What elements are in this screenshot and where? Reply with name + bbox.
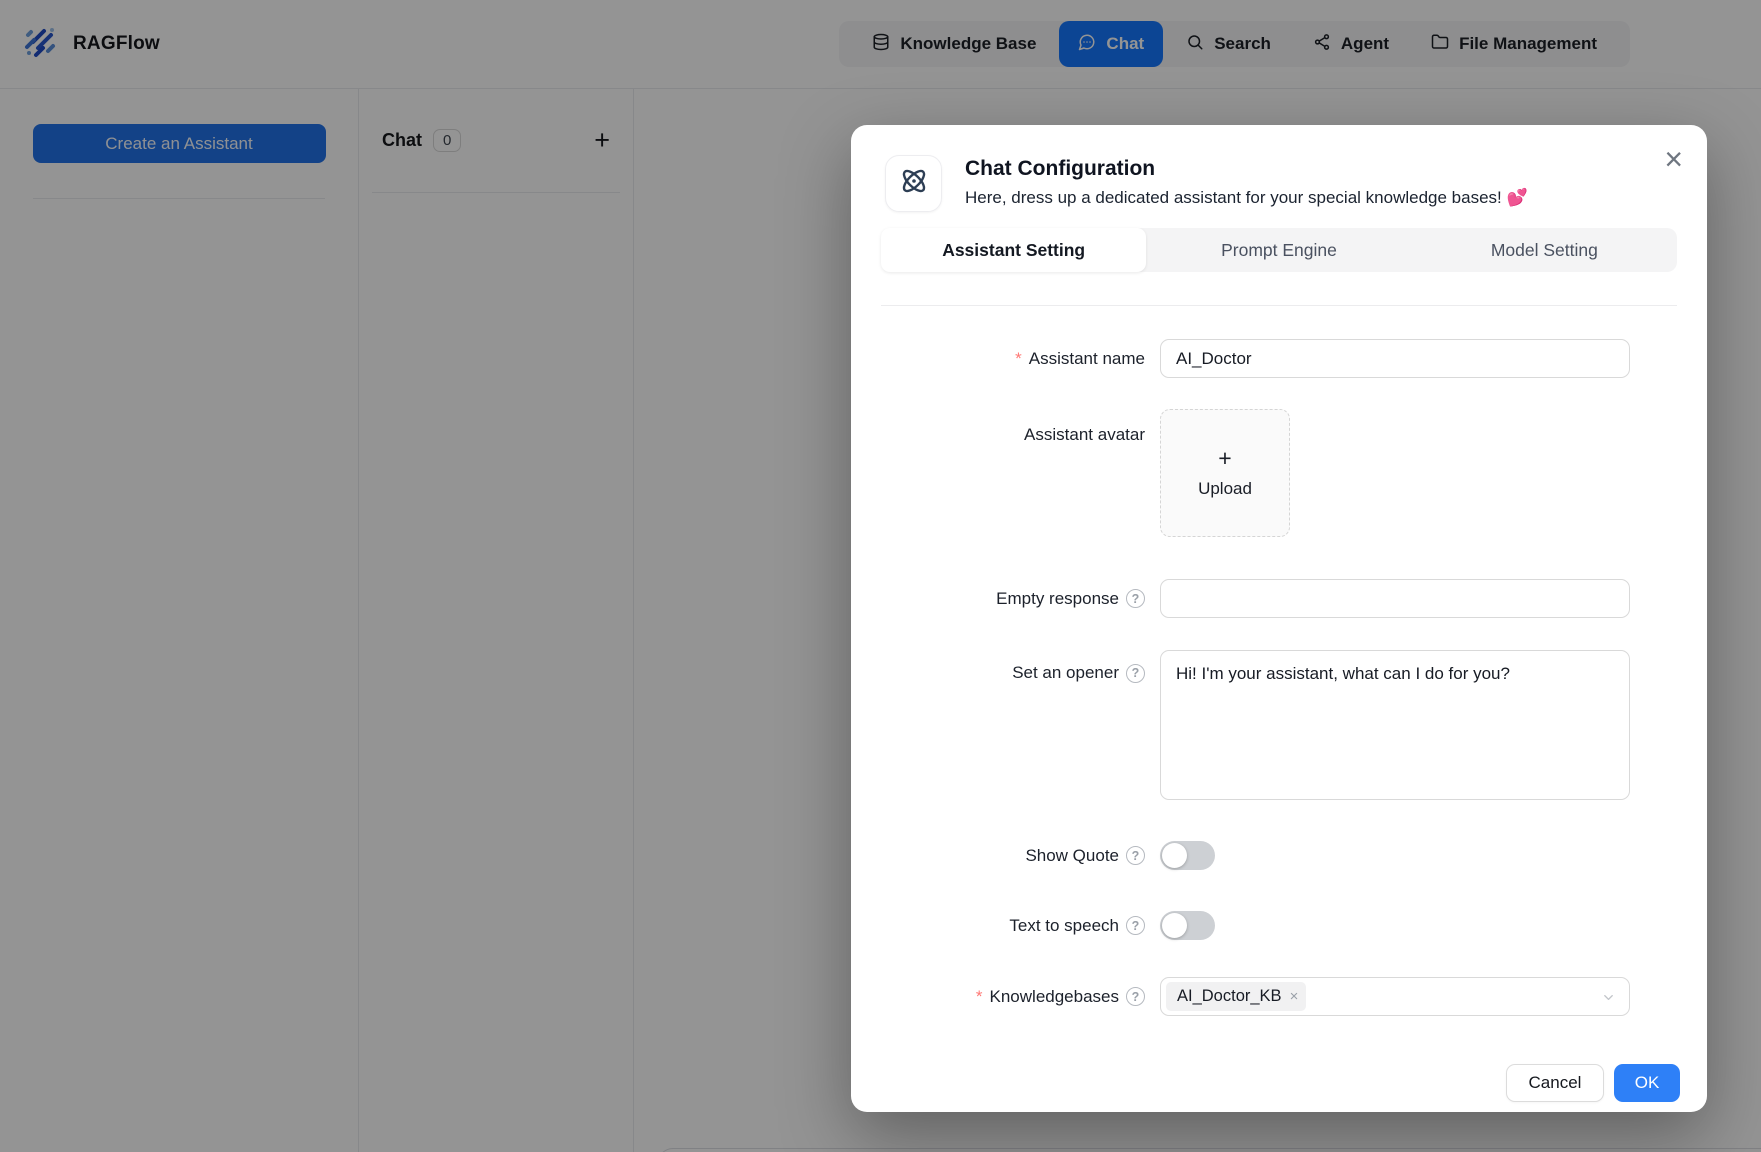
tab-model-setting[interactable]: Model Setting: [1412, 228, 1677, 272]
chevron-down-icon: [1601, 990, 1616, 1010]
assistant-setting-form: * Assistant name Assistant avatar + Uplo…: [851, 339, 1707, 1102]
knowledgebases-label: * Knowledgebases ?: [885, 987, 1145, 1007]
plus-icon: +: [1218, 447, 1231, 470]
opener-textarea[interactable]: Hi! I'm your assistant, what can I do fo…: [1160, 650, 1630, 800]
close-icon[interactable]: ×: [1664, 143, 1683, 175]
help-icon[interactable]: ?: [1126, 987, 1145, 1006]
assistant-avatar-row: Assistant avatar + Upload: [885, 409, 1707, 537]
dialog-titles: Chat Configuration Here, dress up a dedi…: [965, 155, 1528, 212]
cancel-button[interactable]: Cancel: [1506, 1064, 1604, 1102]
assistant-name-input[interactable]: [1160, 339, 1630, 378]
required-marker: *: [976, 987, 983, 1007]
show-quote-toggle[interactable]: [1160, 841, 1215, 870]
opener-label: Set an opener ?: [885, 650, 1145, 683]
atom-icon: [897, 164, 931, 203]
toggle-knob: [1162, 913, 1187, 938]
dialog-subtitle: Here, dress up a dedicated assistant for…: [965, 188, 1528, 208]
dialog-footer: Cancel OK: [851, 1064, 1680, 1102]
tag-remove-icon[interactable]: ×: [1290, 989, 1299, 1004]
help-icon[interactable]: ?: [1126, 664, 1145, 683]
text-to-speech-label: Text to speech ?: [885, 916, 1145, 936]
empty-response-row: Empty response ?: [885, 579, 1707, 618]
chat-configuration-dialog: Chat Configuration Here, dress up a dedi…: [851, 125, 1707, 1112]
ok-button[interactable]: OK: [1614, 1064, 1680, 1102]
knowledgebases-row: * Knowledgebases ? AI_Doctor_KB ×: [885, 977, 1707, 1016]
help-icon[interactable]: ?: [1126, 916, 1145, 935]
dialog-tabs: Assistant Setting Prompt Engine Model Se…: [881, 228, 1677, 272]
upload-label: Upload: [1198, 479, 1252, 499]
toggle-knob: [1162, 843, 1187, 868]
show-quote-row: Show Quote ?: [885, 841, 1707, 870]
text-to-speech-row: Text to speech ?: [885, 911, 1707, 940]
empty-response-label: Empty response ?: [885, 589, 1145, 609]
tab-prompt-engine[interactable]: Prompt Engine: [1146, 228, 1411, 272]
dialog-header: Chat Configuration Here, dress up a dedi…: [851, 125, 1707, 212]
help-icon[interactable]: ?: [1126, 846, 1145, 865]
assistant-avatar-label: Assistant avatar: [885, 409, 1145, 445]
opener-row: Set an opener ? Hi! I'm your assistant, …: [885, 650, 1707, 805]
empty-response-input[interactable]: [1160, 579, 1630, 618]
dialog-title: Chat Configuration: [965, 155, 1528, 181]
tab-assistant-setting[interactable]: Assistant Setting: [881, 228, 1146, 272]
show-quote-label: Show Quote ?: [885, 846, 1145, 866]
avatar-upload-area[interactable]: + Upload: [1160, 409, 1290, 537]
help-icon[interactable]: ?: [1126, 589, 1145, 608]
knowledgebase-tag: AI_Doctor_KB ×: [1166, 982, 1306, 1011]
text-to-speech-toggle[interactable]: [1160, 911, 1215, 940]
assistant-name-label: * Assistant name: [885, 349, 1145, 369]
dialog-separator: [881, 305, 1677, 306]
dialog-icon-box: [885, 155, 942, 212]
assistant-name-row: * Assistant name: [885, 339, 1707, 378]
knowledgebases-select[interactable]: AI_Doctor_KB ×: [1160, 977, 1630, 1016]
required-marker: *: [1015, 349, 1022, 369]
